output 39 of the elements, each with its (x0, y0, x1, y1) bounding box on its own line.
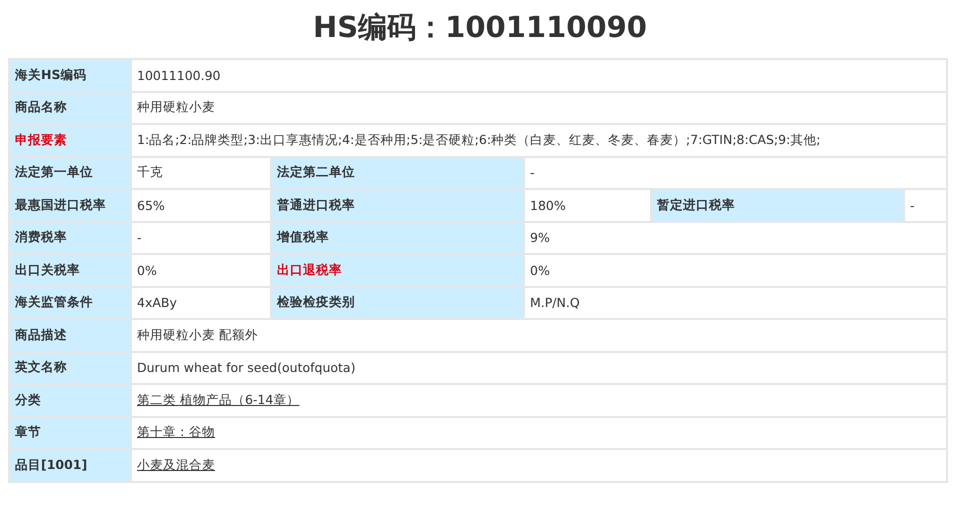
field-value: M.P/N.Q (524, 286, 947, 319)
field-value: Durum wheat for seed(outofquota) (131, 352, 947, 384)
field-label: 普通进口税率 (271, 189, 524, 222)
field-label: 海关HS编码 (9, 59, 131, 92)
field-value: 4xABy (131, 286, 271, 319)
field-value: 65% (131, 189, 271, 222)
field-label: 消费税率 (9, 222, 131, 254)
category-link[interactable]: 小麦及混合麦 (137, 456, 215, 472)
field-value: 180% (524, 189, 651, 222)
field-label: 出口退税率 (271, 254, 524, 286)
field-label: 品目[1001] (9, 449, 131, 482)
category-link[interactable]: 第二类 植物产品（6-14章） (137, 392, 300, 407)
field-label: 法定第一单位 (9, 156, 131, 189)
field-label: 章节 (9, 416, 131, 449)
field-value: 千克 (131, 156, 271, 189)
field-label: 海关监管条件 (9, 286, 131, 319)
field-label: 检验检疫类别 (271, 286, 524, 319)
field-value: - (524, 156, 947, 189)
field-value: - (904, 189, 947, 222)
field-value: 10011100.90 (131, 59, 947, 92)
field-label: 出口关税率 (9, 254, 131, 286)
field-value: 9% (524, 222, 947, 254)
field-value: 0% (524, 254, 947, 286)
field-value: 种用硬粒小麦 配额外 (131, 319, 947, 352)
field-label: 最惠国进口税率 (9, 189, 131, 222)
field-value: 0% (131, 254, 271, 286)
field-label: 增值税率 (271, 222, 524, 254)
field-label: 法定第二单位 (271, 156, 524, 189)
field-value: 1:品名;2:品牌类型;3:出口享惠情况;4:是否种用;5:是否硬粒;6:种类（白麦、红麦、冬麦、春麦）;7:GTIN;8:CAS;9:其他; (131, 124, 947, 156)
field-label: 英文名称 (9, 352, 131, 384)
field-value: - (131, 222, 271, 254)
field-label: 暂定进口税率 (651, 189, 904, 222)
field-label: 申报要素 (9, 124, 131, 156)
page-title: HS编码：1001110090 (312, 9, 648, 46)
category-link[interactable]: 第十章：谷物 (137, 424, 215, 440)
field-label: 商品描述 (9, 319, 131, 352)
field-label: 商品名称 (9, 92, 131, 124)
field-value: 种用硬粒小麦 (131, 92, 947, 124)
field-label: 分类 (9, 384, 131, 416)
